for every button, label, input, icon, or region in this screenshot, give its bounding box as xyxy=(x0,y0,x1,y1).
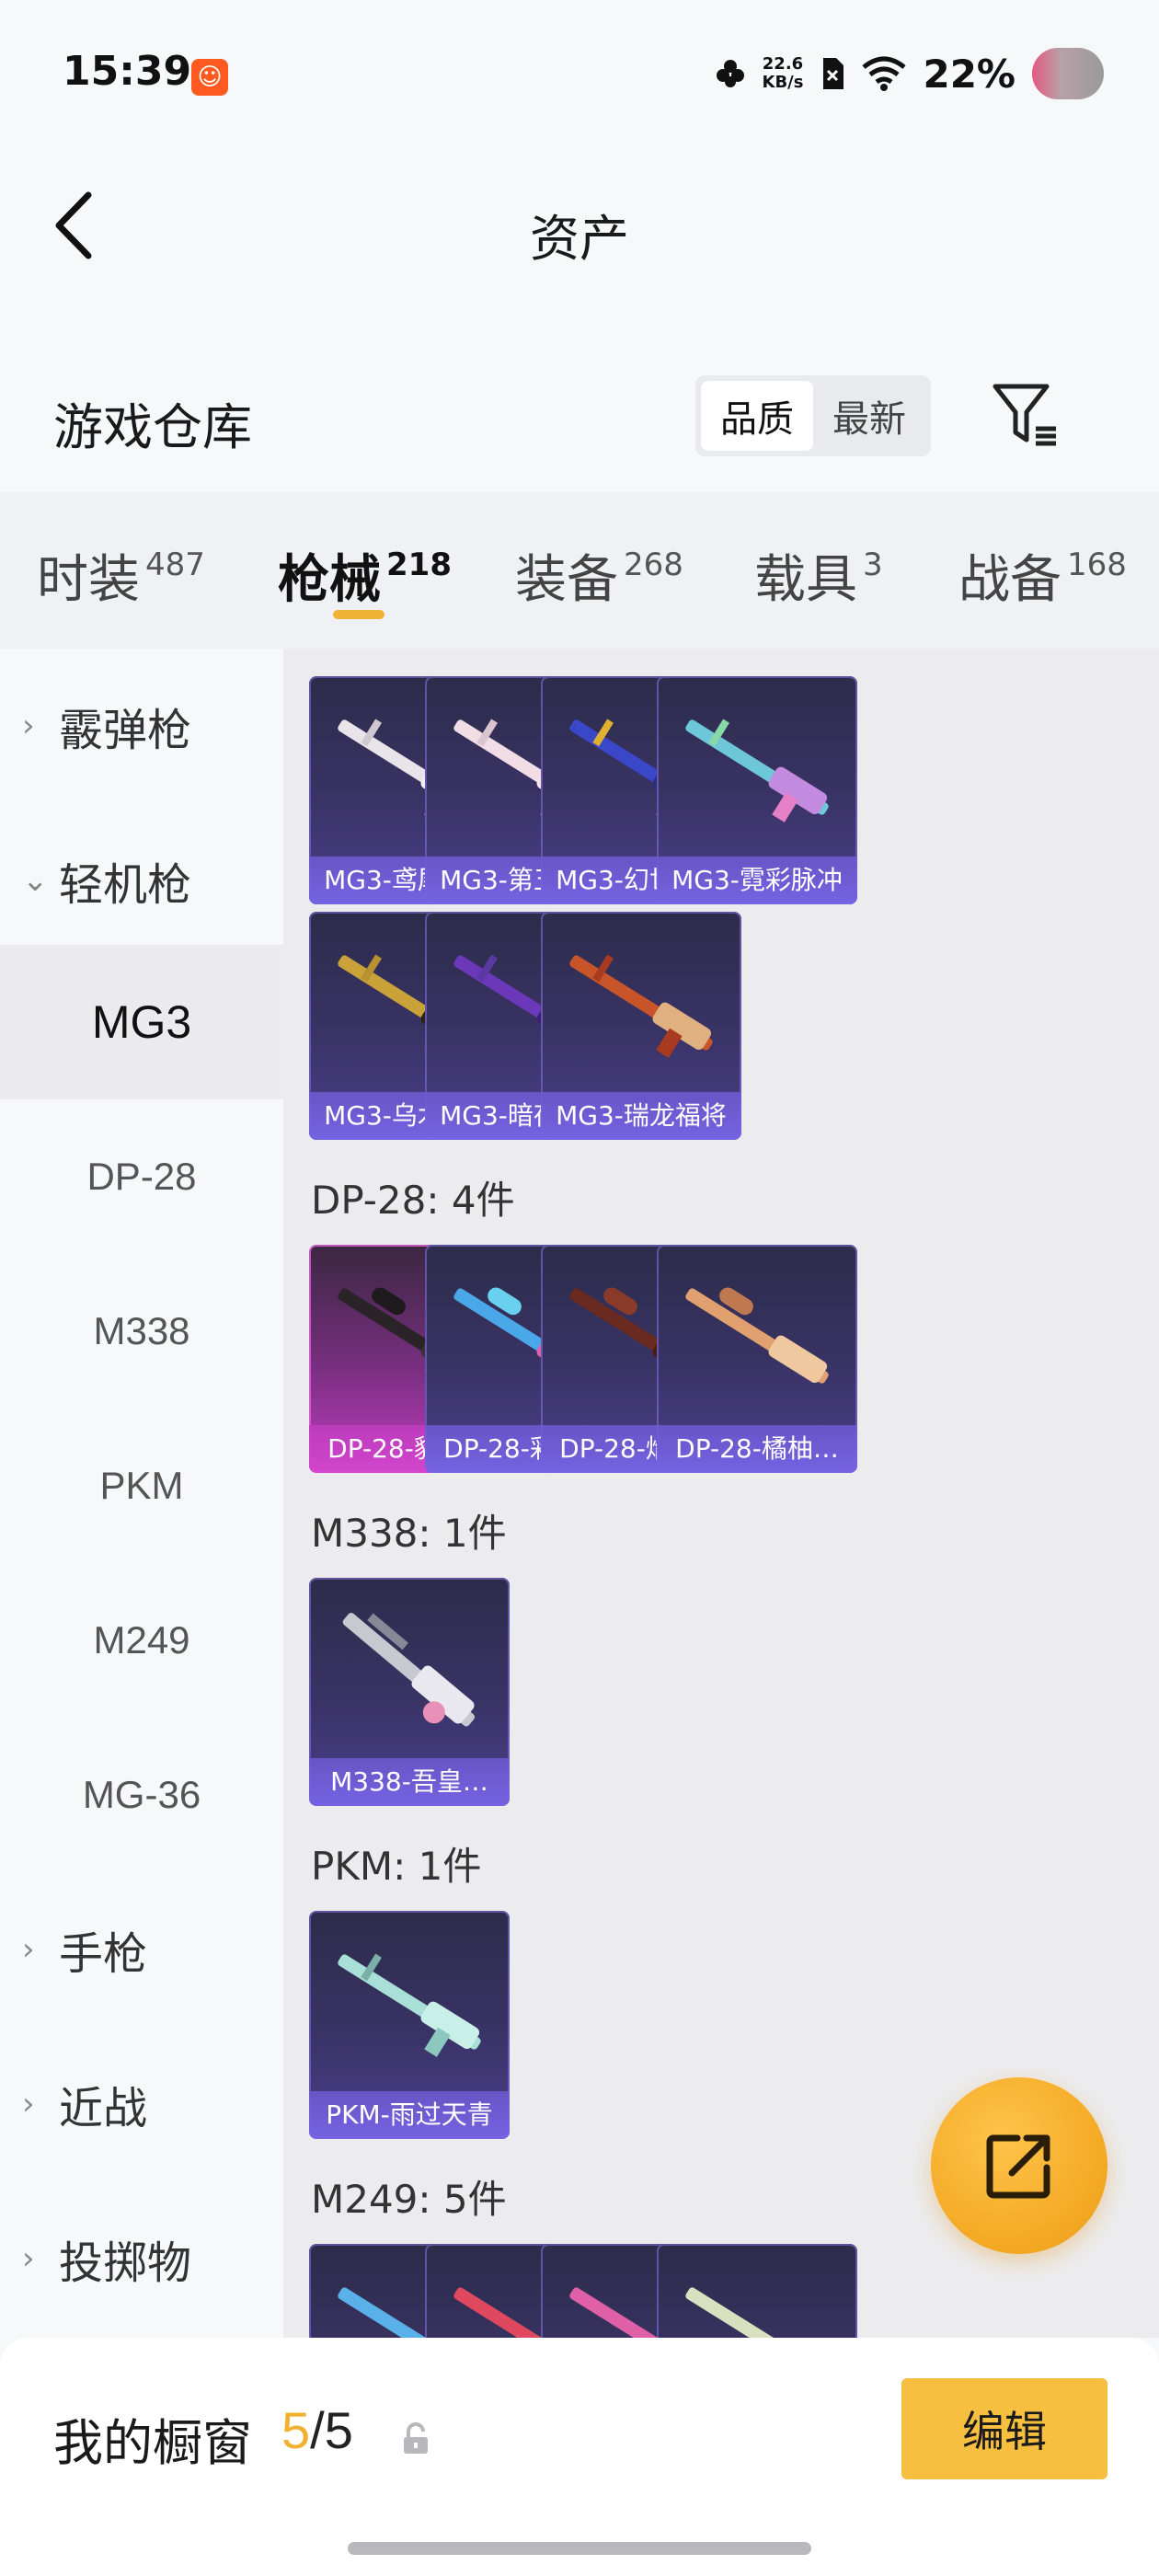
no-sim-icon xyxy=(823,58,844,89)
network-speed: 22.6 KB/s xyxy=(763,55,804,92)
home-indicator[interactable] xyxy=(348,2542,811,2555)
avatar xyxy=(1032,48,1104,99)
sort-by-quality[interactable]: 品质 xyxy=(701,381,813,451)
page-title: 资产 xyxy=(530,210,629,268)
skin-card-label: MG3-瑞龙福将 xyxy=(541,1092,741,1140)
section-title: 游戏仓库 xyxy=(53,398,252,456)
sidebar-subitem-dp28[interactable]: DP-28 xyxy=(0,1099,283,1254)
filter-button[interactable] xyxy=(990,379,1063,453)
flower-icon xyxy=(716,60,744,87)
battery-level: 22% xyxy=(923,51,1016,97)
skin-card[interactable]: M338-吾皇… xyxy=(309,1578,510,1806)
skin-card[interactable]: PKM-雨过天青 xyxy=(309,1911,510,2139)
group-title-pkm: PKM: 1件 xyxy=(311,1844,482,1889)
tab-label: 载具 xyxy=(754,550,857,610)
tab-label: 装备 xyxy=(515,550,618,610)
tab-supplies[interactable]: 战备 168 xyxy=(958,538,1127,613)
share-button[interactable] xyxy=(931,2077,1107,2254)
network-speed-value: 22.6 xyxy=(762,54,804,74)
sort-by-newest[interactable]: 最新 xyxy=(813,381,925,451)
tab-label: 枪械 xyxy=(278,550,381,610)
skin-card-label: MG3-霓彩脉冲 xyxy=(657,857,857,904)
sidebar-item-melee[interactable]: › 近战 xyxy=(0,2027,283,2181)
tab-vehicles[interactable]: 载具 3 xyxy=(754,538,883,613)
edit-button[interactable]: 编辑 xyxy=(901,2378,1107,2479)
chevron-right-icon: › xyxy=(22,2086,35,2122)
chevron-right-icon: › xyxy=(22,2240,35,2277)
active-tab-indicator xyxy=(333,610,384,619)
category-tabs: 时装 487 枪械 218 装备 268 载具 3 战备 168 xyxy=(0,492,1159,649)
tab-count: 218 xyxy=(386,546,452,583)
nav-bar: 资产 xyxy=(0,147,1159,304)
chevron-right-icon: › xyxy=(22,1931,35,1968)
wifi-icon xyxy=(862,56,907,91)
weapon-type-sidebar: › 霰弹枪 ⌄ 轻机枪 MG3 DP-28 M338 PKM M249 MG-36 … xyxy=(0,649,283,2338)
sidebar-item-lmg[interactable]: ⌄ 轻机枪 xyxy=(0,803,283,958)
network-speed-unit: KB/s xyxy=(762,73,804,92)
gun-image-icon xyxy=(338,1953,481,2057)
sidebar-subitem-m338[interactable]: M338 xyxy=(0,1254,283,1409)
showcase-count-total: /5 xyxy=(310,2401,353,2459)
skin-card[interactable]: DP-28-橘柚… xyxy=(657,1245,857,1473)
tab-count: 487 xyxy=(145,546,205,583)
filter-icon xyxy=(993,384,1056,446)
gun-image-icon xyxy=(685,719,829,822)
sidebar-item-label: 投掷物 xyxy=(59,2237,192,2289)
sidebar-subitem-mg3[interactable]: MG3 xyxy=(0,945,283,1099)
tab-count: 168 xyxy=(1067,546,1127,583)
gun-image-icon xyxy=(569,954,713,1058)
tab-count: 268 xyxy=(624,546,683,583)
sidebar-subitem-pkm[interactable]: PKM xyxy=(0,1409,283,1563)
tab-equipment[interactable]: 装备 268 xyxy=(515,538,683,613)
sidebar-item-label: 手枪 xyxy=(59,1928,148,1980)
skin-card-label: PKM-雨过天青 xyxy=(309,2091,510,2139)
showcase-count-current: 5 xyxy=(281,2401,311,2459)
sidebar-item-shotgun[interactable]: › 霰弹枪 xyxy=(0,649,283,803)
skin-card-label: M338-吾皇… xyxy=(309,1758,510,1806)
lock-icon xyxy=(404,2422,428,2454)
chevron-right-icon: › xyxy=(22,707,35,744)
skin-card[interactable]: MG3-瑞龙福将 xyxy=(541,912,741,1140)
showcase-label: 我的橱窗 xyxy=(53,2414,252,2472)
tab-label: 战备 xyxy=(958,550,1061,610)
status-indicators: 22.6 KB/s 22% xyxy=(715,46,1104,101)
skin-card[interactable]: MG3-霓彩脉冲 xyxy=(657,676,857,904)
sidebar-item-label: 近战 xyxy=(59,2083,148,2134)
sort-toggle: 品质 最新 xyxy=(695,375,931,456)
tab-fashion[interactable]: 时装 487 xyxy=(37,538,205,613)
tab-firearms[interactable]: 枪械 218 xyxy=(278,538,452,613)
sidebar-subitem-mg36[interactable]: MG-36 xyxy=(0,1718,283,1872)
sidebar-item-label: 轻机枪 xyxy=(59,859,192,911)
sidebar-subitem-m249[interactable]: M249 xyxy=(0,1563,283,1718)
share-icon xyxy=(986,2134,1050,2199)
showcase-bar: 我的橱窗 5/5 编辑 xyxy=(0,2338,1159,2576)
gun-image-icon xyxy=(342,1613,476,1727)
warehouse-header: 游戏仓库 品质 最新 xyxy=(0,350,1159,488)
group-title-m338: M338: 1件 xyxy=(311,1511,507,1556)
showcase-count: 5/5 xyxy=(281,2400,353,2460)
tab-label: 时装 xyxy=(37,550,140,610)
sidebar-item-throwable[interactable]: › 投掷物 xyxy=(0,2181,283,2336)
gun-image-icon xyxy=(685,1287,829,1384)
gun-image-icon xyxy=(685,2287,829,2338)
skin-card-label: DP-28-橘柚… xyxy=(657,1425,857,1473)
sidebar-item-label: 霰弹枪 xyxy=(59,705,192,756)
chevron-down-icon: ⌄ xyxy=(22,862,49,899)
tab-count: 3 xyxy=(863,546,883,583)
sidebar-item-pistol[interactable]: › 手枪 xyxy=(0,1872,283,2027)
skin-card[interactable] xyxy=(657,2244,857,2338)
group-title-dp28: DP-28: 4件 xyxy=(311,1178,515,1223)
status-time: 15:39 xyxy=(63,48,192,95)
app-notification-icon: ☺ xyxy=(191,59,228,96)
group-title-m249: M249: 5件 xyxy=(311,2177,507,2222)
status-bar: 15:39 ☺ 22.6 KB/s 22% xyxy=(0,0,1159,147)
